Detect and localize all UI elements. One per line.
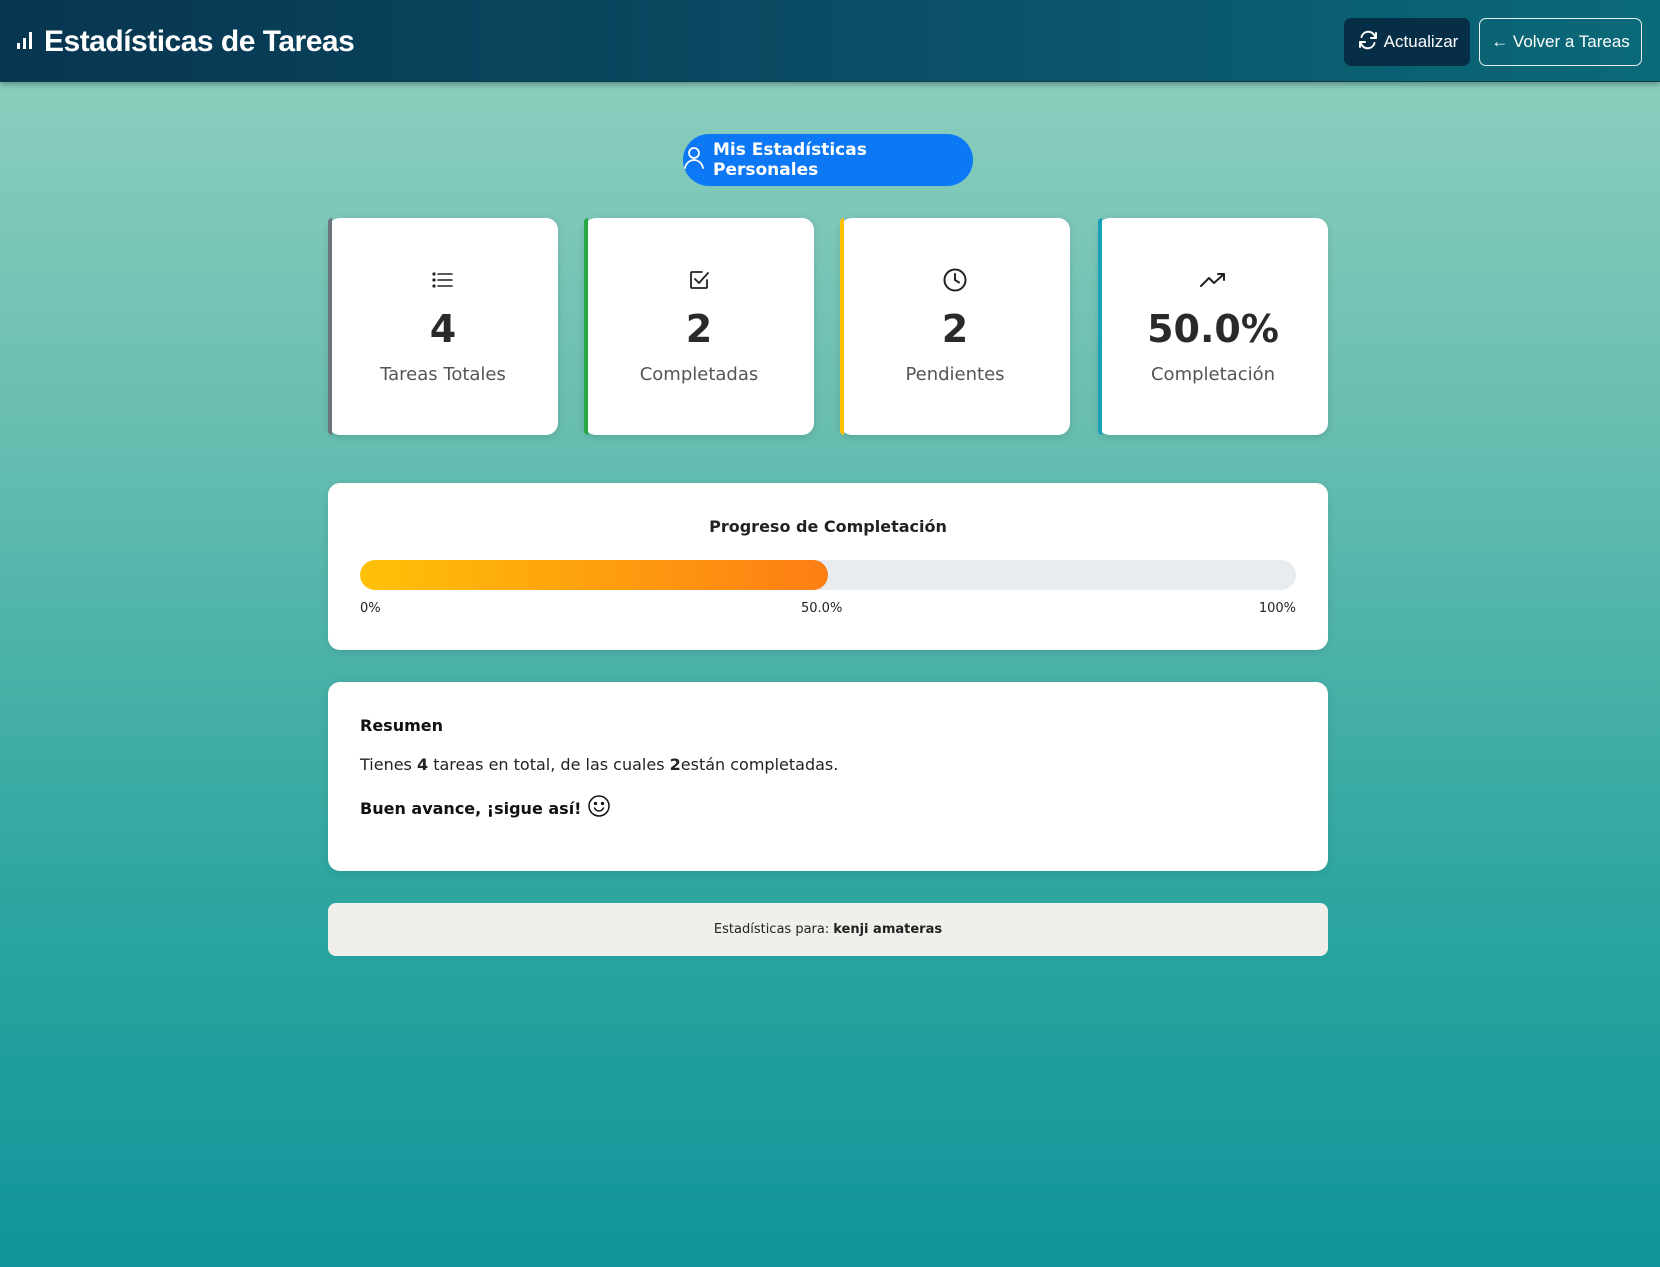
check-square-icon: [687, 268, 711, 292]
progress-panel: Progreso de Completación 0% 50.0% 100%: [328, 483, 1328, 650]
summary-suffix: están completadas.: [680, 755, 839, 774]
progress-fill: [360, 560, 828, 590]
summary-completed: 2: [669, 755, 681, 774]
footer-username: kenji amateras: [833, 922, 943, 937]
progress-title: Progreso de Completación: [709, 517, 947, 536]
summary-total: 4: [416, 755, 429, 774]
bar-chart-icon: [16, 30, 34, 54]
progress-min-label: 0%: [360, 601, 381, 616]
progress-track: [360, 560, 1296, 590]
refresh-label: Actualizar: [1383, 32, 1459, 51]
encouragement-text: Buen avance, ¡sigue así!: [360, 798, 582, 818]
refresh-icon: [1356, 28, 1380, 57]
summary-mid: tareas en total, de las cuales: [428, 755, 670, 774]
back-label: ← Volver a Tareas: [1491, 32, 1630, 51]
page-title: Estadísticas de Tareas: [44, 25, 355, 58]
stat-card-completed: 2 Completadas: [584, 218, 814, 435]
completed-value: 2: [685, 307, 713, 351]
completed-label: Completadas: [639, 364, 759, 385]
completion-value: 50.0%: [1147, 307, 1279, 351]
card-accent: [1098, 218, 1102, 435]
completion-label: Completación: [1150, 364, 1276, 385]
clock-icon: [942, 268, 968, 292]
brand: Estadísticas de Tareas: [16, 22, 355, 62]
summary-text: Tienes 4 tareas en total, de las cuales …: [360, 755, 838, 774]
encouragement: Buen avance, ¡sigue así!: [360, 794, 611, 822]
person-icon: [683, 146, 705, 175]
stat-card-pending: 2 Pendientes: [840, 218, 1070, 435]
card-accent: [328, 218, 332, 435]
smile-icon: [587, 794, 611, 822]
footer-prefix: Estadísticas para:: [713, 922, 830, 937]
refresh-button[interactable]: Actualizar: [1344, 18, 1470, 66]
progress-mid-label: 50.0%: [801, 601, 843, 616]
card-accent: [584, 218, 588, 435]
summary-prefix: Tienes: [360, 755, 417, 774]
back-to-tasks-button[interactable]: ← Volver a Tareas: [1479, 18, 1642, 66]
footer-user-info: Estadísticas para: kenji amateras: [328, 903, 1328, 956]
top-navbar: Estadísticas de Tareas Actualizar ← Volv…: [0, 0, 1660, 82]
total-tasks-value: 4: [429, 307, 457, 351]
personal-stats-label: Mis Estadísticas Personales: [713, 140, 867, 180]
stat-card-completion: 50.0% Completación: [1098, 218, 1328, 435]
summary-title: Resumen: [360, 716, 443, 735]
pending-value: 2: [941, 307, 969, 351]
stat-card-total: 4 Tareas Totales: [328, 218, 558, 435]
progress-max-label: 100%: [1258, 601, 1296, 616]
trending-up-icon: [1199, 268, 1227, 292]
pending-label: Pendientes: [905, 364, 1005, 385]
list-icon: [431, 268, 455, 292]
total-tasks-label: Tareas Totales: [380, 364, 506, 385]
summary-panel: Resumen Tienes 4 tareas en total, de las…: [328, 682, 1328, 871]
personal-stats-button[interactable]: Mis Estadísticas Personales: [683, 134, 973, 186]
card-accent: [840, 218, 844, 435]
